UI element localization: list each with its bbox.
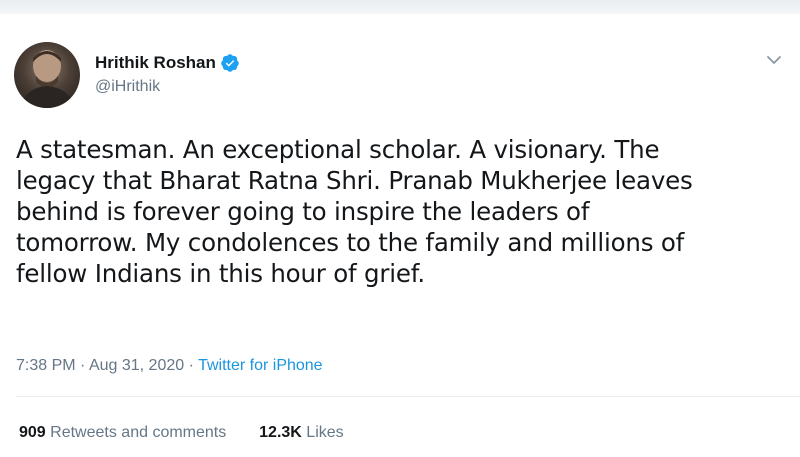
author-name-row: Hrithik Roshan [95, 53, 240, 73]
tweet-card: Hrithik Roshan @iHrithik A statesman. An… [0, 14, 800, 457]
author-handle[interactable]: @iHrithik [95, 78, 160, 96]
verified-badge-icon [220, 53, 240, 73]
meta-separator: · [80, 357, 86, 374]
divider [16, 396, 800, 397]
tweet-time[interactable]: 7:38 PM [16, 357, 76, 374]
likes-label: Likes [306, 424, 344, 441]
tweet-stats: 909 Retweets and comments 12.3K Likes [19, 424, 344, 442]
tweet-text-line: legacy that Bharat Ratna Shri. Pranab Mu… [16, 166, 693, 195]
retweets-count: 909 [19, 424, 46, 441]
tweet-date[interactable]: Aug 31, 2020 [89, 357, 184, 374]
author-display-name[interactable]: Hrithik Roshan [95, 53, 216, 73]
tweet-meta: 7:38 PM · Aug 31, 2020 · Twitter for iPh… [16, 357, 323, 375]
tweet-source-link[interactable]: Twitter for iPhone [198, 357, 323, 374]
tweet-text-line: tomorrow. My condolences to the family a… [16, 228, 685, 257]
tweet-text-line: A statesman. An exceptional scholar. A v… [16, 135, 660, 164]
tweet-text-line: fellow Indians in this hour of grief. [16, 259, 425, 288]
top-strip [0, 0, 800, 14]
avatar-image [20, 50, 74, 108]
retweets-stat[interactable]: 909 Retweets and comments [19, 424, 231, 441]
likes-count: 12.3K [259, 424, 302, 441]
tweet-text-line: behind is forever going to inspire the l… [16, 197, 590, 226]
retweets-label: Retweets and comments [50, 424, 227, 441]
chevron-down-icon[interactable] [764, 52, 784, 68]
likes-stat[interactable]: 12.3K Likes [259, 424, 344, 441]
meta-separator: · [188, 357, 194, 374]
tweet-text: A statesman. An exceptional scholar. A v… [16, 134, 796, 289]
avatar[interactable] [14, 42, 80, 108]
